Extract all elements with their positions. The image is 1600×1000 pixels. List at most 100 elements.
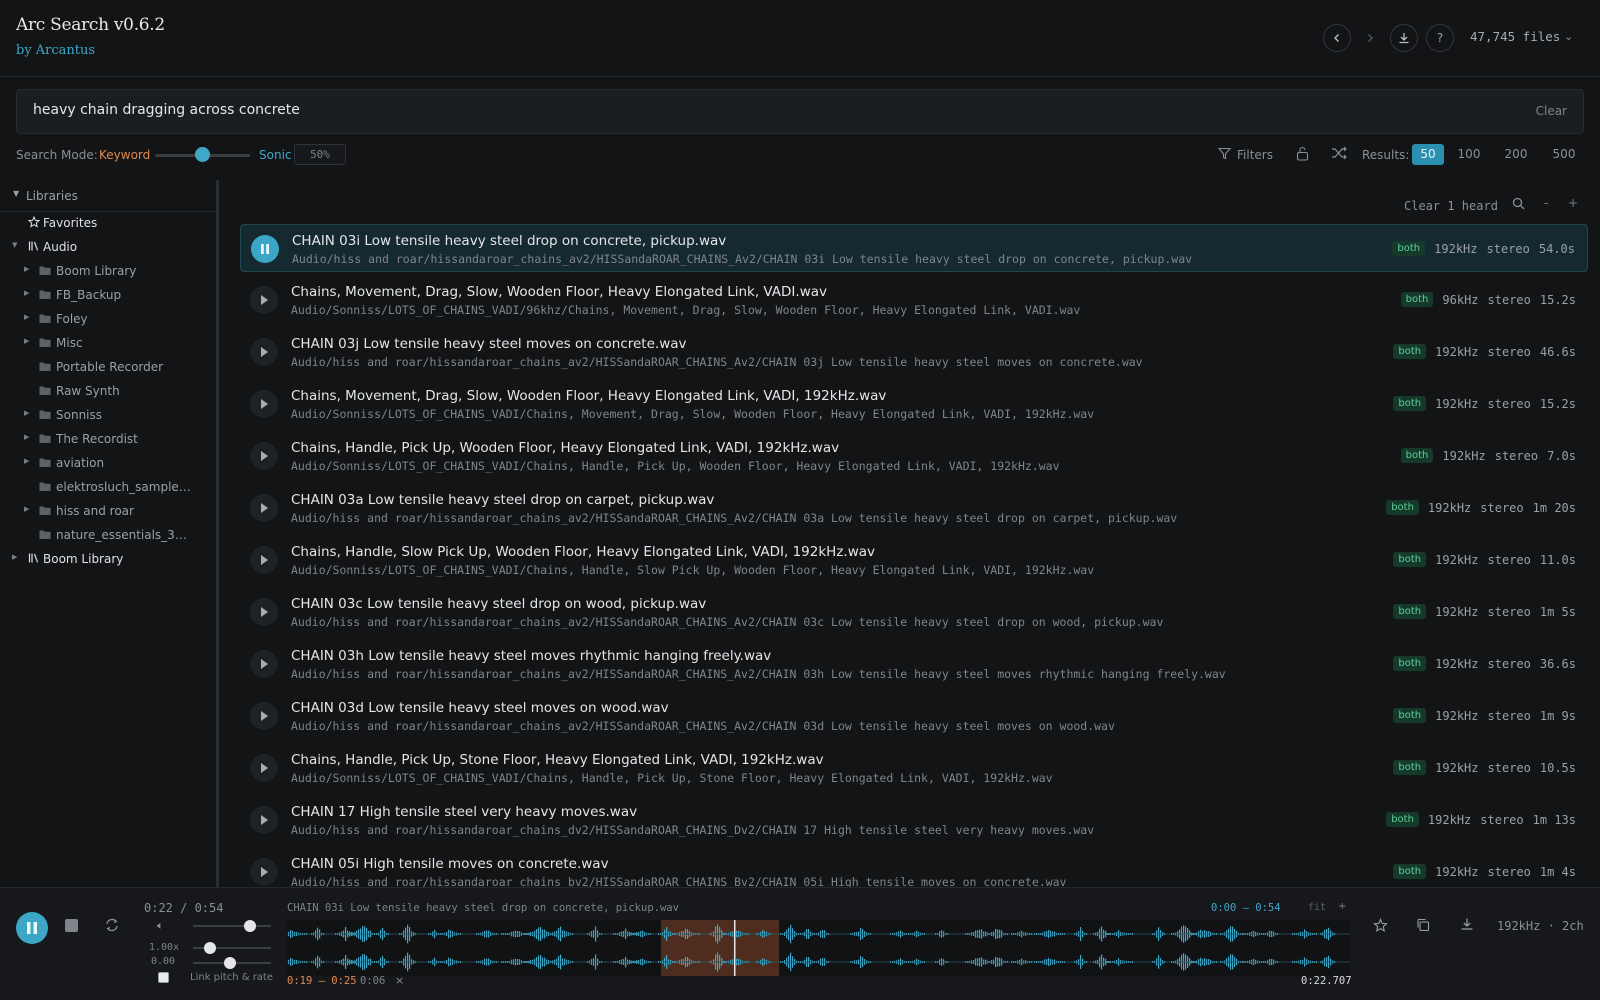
clear-search-button[interactable]: Clear <box>1536 104 1567 118</box>
libraries-header[interactable]: ▼ Libraries <box>0 180 216 212</box>
search-input[interactable] <box>33 102 1433 118</box>
library-icon <box>28 240 40 252</box>
back-button[interactable] <box>1323 24 1351 52</box>
zoom-out-button[interactable]: - <box>1544 196 1548 210</box>
play-button[interactable] <box>250 806 278 834</box>
result-sample-rate: 192kHz <box>1435 708 1479 723</box>
result-channels: stereo <box>1487 656 1531 671</box>
results-option-100[interactable]: 100 <box>1452 144 1486 165</box>
sidebar-item[interactable]: ▶ Boom Library <box>0 262 214 282</box>
help-button[interactable]: ? <box>1426 24 1454 52</box>
result-row[interactable]: CHAIN 03d Low tensile heavy steel moves … <box>240 692 1588 740</box>
folder-icon <box>39 456 51 468</box>
sidebar-item[interactable]: Favorites <box>0 214 214 234</box>
result-row[interactable]: CHAIN 03c Low tensile heavy steel drop o… <box>240 588 1588 636</box>
link-pitch-rate-checkbox[interactable] <box>158 972 169 983</box>
result-row[interactable]: CHAIN 17 High tensile steel very heavy m… <box>240 796 1588 844</box>
sidebar-item[interactable]: nature_essentials_315… <box>0 526 214 546</box>
sidebar-item[interactable]: ▶ Boom Library <box>0 550 214 570</box>
rate-slider-handle[interactable] <box>204 942 216 954</box>
search-mode-percent[interactable]: 50% <box>294 144 346 165</box>
result-row[interactable]: CHAIN 03i Low tensile heavy steel drop o… <box>240 224 1588 272</box>
download-button[interactable] <box>1390 24 1418 52</box>
play-button[interactable] <box>250 858 278 886</box>
clear-heard-button[interactable]: Clear 1 heard <box>1404 199 1498 213</box>
caret-down-icon[interactable]: ▼ <box>12 241 17 249</box>
play-button[interactable] <box>250 286 278 314</box>
result-row[interactable]: Chains, Movement, Drag, Slow, Wooden Flo… <box>240 380 1588 428</box>
result-row[interactable]: CHAIN 03a Low tensile heavy steel drop o… <box>240 484 1588 532</box>
play-button[interactable] <box>250 338 278 366</box>
results-option-50[interactable]: 50 <box>1412 144 1444 165</box>
download-icon[interactable] <box>1460 917 1474 931</box>
result-channels: stereo <box>1487 396 1531 411</box>
zoom-in-button[interactable]: + <box>1568 196 1578 210</box>
caret-right-icon[interactable]: ▶ <box>24 409 29 417</box>
result-row[interactable]: Chains, Handle, Pick Up, Wooden Floor, H… <box>240 432 1588 480</box>
volume-slider-handle[interactable] <box>244 920 256 932</box>
sidebar-item[interactable]: ▼ Audio <box>0 238 214 258</box>
caret-right-icon[interactable]: ▶ <box>24 337 29 345</box>
stop-button[interactable] <box>65 919 78 932</box>
forward-button[interactable] <box>1356 24 1384 52</box>
player-pause-button[interactable] <box>16 912 48 944</box>
results-option-500[interactable]: 500 <box>1546 144 1582 165</box>
sidebar-item[interactable]: ▶ Sonniss <box>0 406 214 426</box>
chevron-down-icon[interactable]: ⌄ <box>1564 30 1573 43</box>
caret-right-icon[interactable]: ▶ <box>24 433 29 441</box>
result-row[interactable]: CHAIN 05i High tensile moves on concrete… <box>240 848 1588 887</box>
pause-button[interactable] <box>251 235 279 263</box>
play-button[interactable] <box>250 546 278 574</box>
star-icon[interactable] <box>1373 918 1388 933</box>
loop-icon[interactable] <box>105 918 119 932</box>
shuffle-icon[interactable] <box>1331 145 1347 161</box>
filter-icon[interactable] <box>1218 147 1231 160</box>
caret-right-icon[interactable]: ▶ <box>24 505 29 513</box>
unlock-icon[interactable] <box>1296 146 1309 161</box>
audio-format: 192kHz · 2ch <box>1497 919 1584 933</box>
search-icon[interactable] <box>1512 197 1525 210</box>
play-button[interactable] <box>250 702 278 730</box>
sidebar-item[interactable]: ▶ hiss and roar <box>0 502 214 522</box>
sidebar-item[interactable]: elektrosluch_samplep… <box>0 478 214 498</box>
sidebar-item[interactable]: Portable Recorder <box>0 358 214 378</box>
result-file-name: CHAIN 03h Low tensile heavy steel moves … <box>291 648 772 664</box>
sonic-mode-label[interactable]: Sonic <box>259 148 292 162</box>
sidebar-item[interactable]: ▶ Foley <box>0 310 214 330</box>
results-option-200[interactable]: 200 <box>1498 144 1534 165</box>
clear-selection-button[interactable]: × <box>395 974 404 987</box>
filters-button[interactable]: Filters <box>1237 148 1273 162</box>
result-row[interactable]: Chains, Handle, Slow Pick Up, Wooden Flo… <box>240 536 1588 584</box>
result-row[interactable]: Chains, Movement, Drag, Slow, Wooden Flo… <box>240 276 1588 324</box>
result-file-name: CHAIN 03j Low tensile heavy steel moves … <box>291 336 687 352</box>
search-mode-slider-handle[interactable] <box>195 147 210 162</box>
play-button[interactable] <box>250 494 278 522</box>
sidebar-item[interactable]: ▶ aviation <box>0 454 214 474</box>
result-file-path: Audio/hiss and roar/hissandaroar_chains_… <box>291 355 1143 369</box>
play-button[interactable] <box>250 390 278 418</box>
play-button[interactable] <box>250 650 278 678</box>
play-button[interactable] <box>250 754 278 782</box>
volume-slider[interactable] <box>193 925 271 927</box>
copy-icon[interactable] <box>1416 918 1430 932</box>
result-row[interactable]: CHAIN 03j Low tensile heavy steel moves … <box>240 328 1588 376</box>
files-count[interactable]: 47,745 files <box>1470 29 1560 44</box>
pitch-slider-handle[interactable] <box>224 957 236 969</box>
waveform[interactable] <box>287 920 1350 976</box>
caret-right-icon[interactable]: ▶ <box>24 313 29 321</box>
waveform-zoom-in-button[interactable]: + <box>1338 901 1346 912</box>
caret-right-icon[interactable]: ▶ <box>24 457 29 465</box>
sidebar-item[interactable]: ▶ FB_Backup <box>0 286 214 306</box>
caret-right-icon[interactable]: ▶ <box>12 553 17 561</box>
play-button[interactable] <box>250 442 278 470</box>
caret-right-icon[interactable]: ▶ <box>24 289 29 297</box>
play-button[interactable] <box>250 598 278 626</box>
sidebar-item[interactable]: ▶ The Recordist <box>0 430 214 450</box>
waveform-fit-button[interactable]: fit <box>1308 902 1326 913</box>
result-row[interactable]: Chains, Handle, Pick Up, Stone Floor, He… <box>240 744 1588 792</box>
sidebar-item[interactable]: Raw Synth <box>0 382 214 402</box>
keyword-mode-label[interactable]: Keyword <box>99 148 150 162</box>
result-row[interactable]: CHAIN 03h Low tensile heavy steel moves … <box>240 640 1588 688</box>
sidebar-item[interactable]: ▶ Misc <box>0 334 214 354</box>
caret-right-icon[interactable]: ▶ <box>24 265 29 273</box>
